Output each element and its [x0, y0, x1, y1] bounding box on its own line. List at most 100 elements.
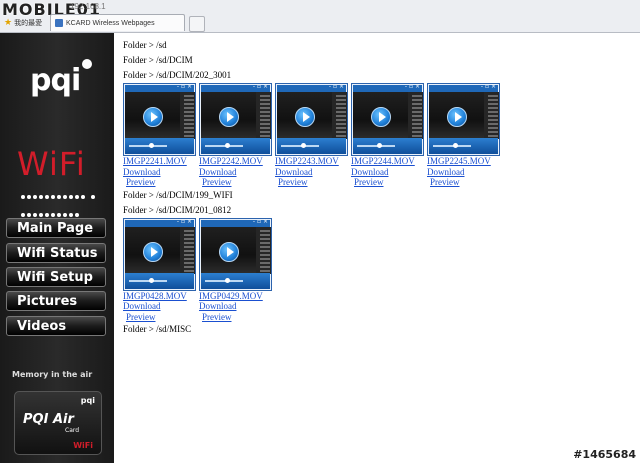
folder-path: Folder > /sd: [123, 40, 167, 50]
video-thumbnail[interactable]: - ▫ ×: [275, 83, 348, 156]
nav-wifi-status[interactable]: Wifi Status: [6, 243, 106, 263]
progress-knob: [377, 143, 382, 148]
player-controls: [125, 272, 194, 289]
play-icon: [219, 241, 239, 262]
player-controls: [429, 138, 498, 154]
player-screen: [125, 92, 180, 139]
player-screen: [353, 92, 408, 139]
progress-track: [433, 145, 471, 147]
player-controls: [277, 138, 346, 154]
sidebar: pqi WiFi Main Page Wifi Status Wifi Setu…: [0, 33, 114, 463]
video-item: - ▫ × IMGP0429.MOV Download Preview: [199, 217, 272, 323]
progress-track: [129, 145, 167, 147]
play-icon: [219, 107, 239, 127]
play-icon: [295, 107, 315, 127]
progress-knob: [453, 143, 458, 148]
play-icon: [143, 241, 163, 262]
equalizer-icon: [180, 226, 195, 274]
player-titlebar: - ▫ ×: [277, 83, 346, 92]
address-bar[interactable]: 192.168.1: [70, 2, 106, 11]
video-grid: - ▫ × IMGP0428.MOV Download Preview - ▫ × IMG…: [123, 217, 633, 323]
preview-link[interactable]: Preview: [199, 312, 272, 323]
progress-knob: [225, 277, 230, 283]
download-link[interactable]: Download: [199, 167, 272, 178]
video-item: - ▫ × IMGP2243.MOV Download Preview: [275, 83, 348, 188]
nav-wifi-setup[interactable]: Wifi Setup: [6, 267, 106, 287]
file-name-link[interactable]: IMGP2241.MOV: [123, 156, 196, 167]
video-thumbnail[interactable]: - ▫ ×: [123, 83, 196, 156]
progress-track: [357, 145, 395, 147]
star-icon: ★: [4, 17, 13, 27]
player-screen: [201, 226, 256, 274]
player-controls: [201, 272, 270, 289]
folder-path: Folder > /sd/DCIM: [123, 55, 193, 65]
file-name-link[interactable]: IMGP2245.MOV: [427, 156, 500, 167]
favorites-button[interactable]: ★ 我的最愛: [4, 17, 42, 28]
nav-pictures[interactable]: Pictures: [6, 291, 106, 311]
download-link[interactable]: Download: [123, 167, 196, 178]
file-browser: Folder > /sd Folder > /sd/DCIM Folder > /s…: [123, 38, 633, 337]
play-icon: [143, 107, 163, 127]
pqi-air-card-image: pqi PQI Air Card WiFi: [14, 391, 102, 455]
player-titlebar: - ▫ ×: [125, 83, 194, 92]
download-link[interactable]: Download: [351, 167, 424, 178]
video-item: - ▫ × IMGP2245.MOV Download Preview: [427, 83, 500, 188]
equalizer-icon: [484, 92, 499, 139]
player-screen: [429, 92, 484, 139]
video-thumbnail[interactable]: - ▫ ×: [123, 217, 196, 291]
page-icon: [55, 19, 63, 27]
download-link[interactable]: Download: [427, 167, 500, 178]
card-sub: Card: [65, 427, 80, 434]
video-thumbnail[interactable]: - ▫ ×: [351, 83, 424, 156]
file-name-link[interactable]: IMGP0429.MOV: [199, 291, 272, 302]
card-wifi: WiFi: [73, 441, 93, 450]
player-controls: [353, 138, 422, 154]
progress-knob: [225, 143, 230, 148]
progress-track: [129, 279, 167, 282]
play-icon: [371, 107, 391, 127]
video-item: - ▫ × IMGP0428.MOV Download Preview: [123, 217, 196, 323]
preview-link[interactable]: Preview: [123, 177, 196, 188]
browser-chrome: MOBILE01 192.168.1 ★ 我的最愛 KCARD Wireless…: [0, 0, 640, 33]
file-name-link[interactable]: IMGP2244.MOV: [351, 156, 424, 167]
file-name-link[interactable]: IMGP2242.MOV: [199, 156, 272, 167]
progress-track: [205, 279, 243, 282]
video-thumbnail[interactable]: - ▫ ×: [427, 83, 500, 156]
preview-link[interactable]: Preview: [351, 177, 424, 188]
logo-dot: [82, 59, 92, 69]
download-link[interactable]: Download: [199, 301, 272, 312]
video-item: - ▫ × IMGP2241.MOV Download Preview: [123, 83, 196, 188]
player-controls: [201, 138, 270, 154]
browser-tab[interactable]: KCARD Wireless Webpages: [50, 14, 185, 31]
player-titlebar: - ▫ ×: [201, 218, 270, 227]
progress-knob: [149, 143, 154, 148]
nav-main-page[interactable]: Main Page: [6, 218, 106, 238]
download-link[interactable]: Download: [123, 301, 196, 312]
equalizer-icon: [332, 92, 347, 139]
tab-title: KCARD Wireless Webpages: [66, 19, 155, 27]
player-titlebar: - ▫ ×: [429, 83, 498, 92]
preview-link[interactable]: Preview: [199, 177, 272, 188]
equalizer-icon: [408, 92, 423, 139]
new-tab-button[interactable]: [189, 16, 205, 32]
preview-link[interactable]: Preview: [123, 312, 196, 323]
favorites-label: 我的最愛: [14, 19, 43, 27]
equalizer-icon: [180, 92, 195, 139]
progress-track: [281, 145, 319, 147]
player-screen: [201, 92, 256, 139]
video-thumbnail[interactable]: - ▫ ×: [199, 217, 272, 291]
player-titlebar: - ▫ ×: [201, 83, 270, 92]
file-name-link[interactable]: IMGP0428.MOV: [123, 291, 196, 302]
card-brand: pqi: [80, 396, 95, 405]
download-link[interactable]: Download: [275, 167, 348, 178]
file-name-link[interactable]: IMGP2243.MOV: [275, 156, 348, 167]
preview-link[interactable]: Preview: [275, 177, 348, 188]
card-name: PQI Air: [23, 412, 74, 427]
video-thumbnail[interactable]: - ▫ ×: [199, 83, 272, 156]
video-item: - ▫ × IMGP2242.MOV Download Preview: [199, 83, 272, 188]
pqi-logo: pqi: [30, 63, 81, 98]
equalizer-icon: [256, 226, 271, 274]
wifi-logo: WiFi: [17, 145, 86, 183]
nav-videos[interactable]: Videos: [6, 316, 106, 336]
preview-link[interactable]: Preview: [427, 177, 500, 188]
